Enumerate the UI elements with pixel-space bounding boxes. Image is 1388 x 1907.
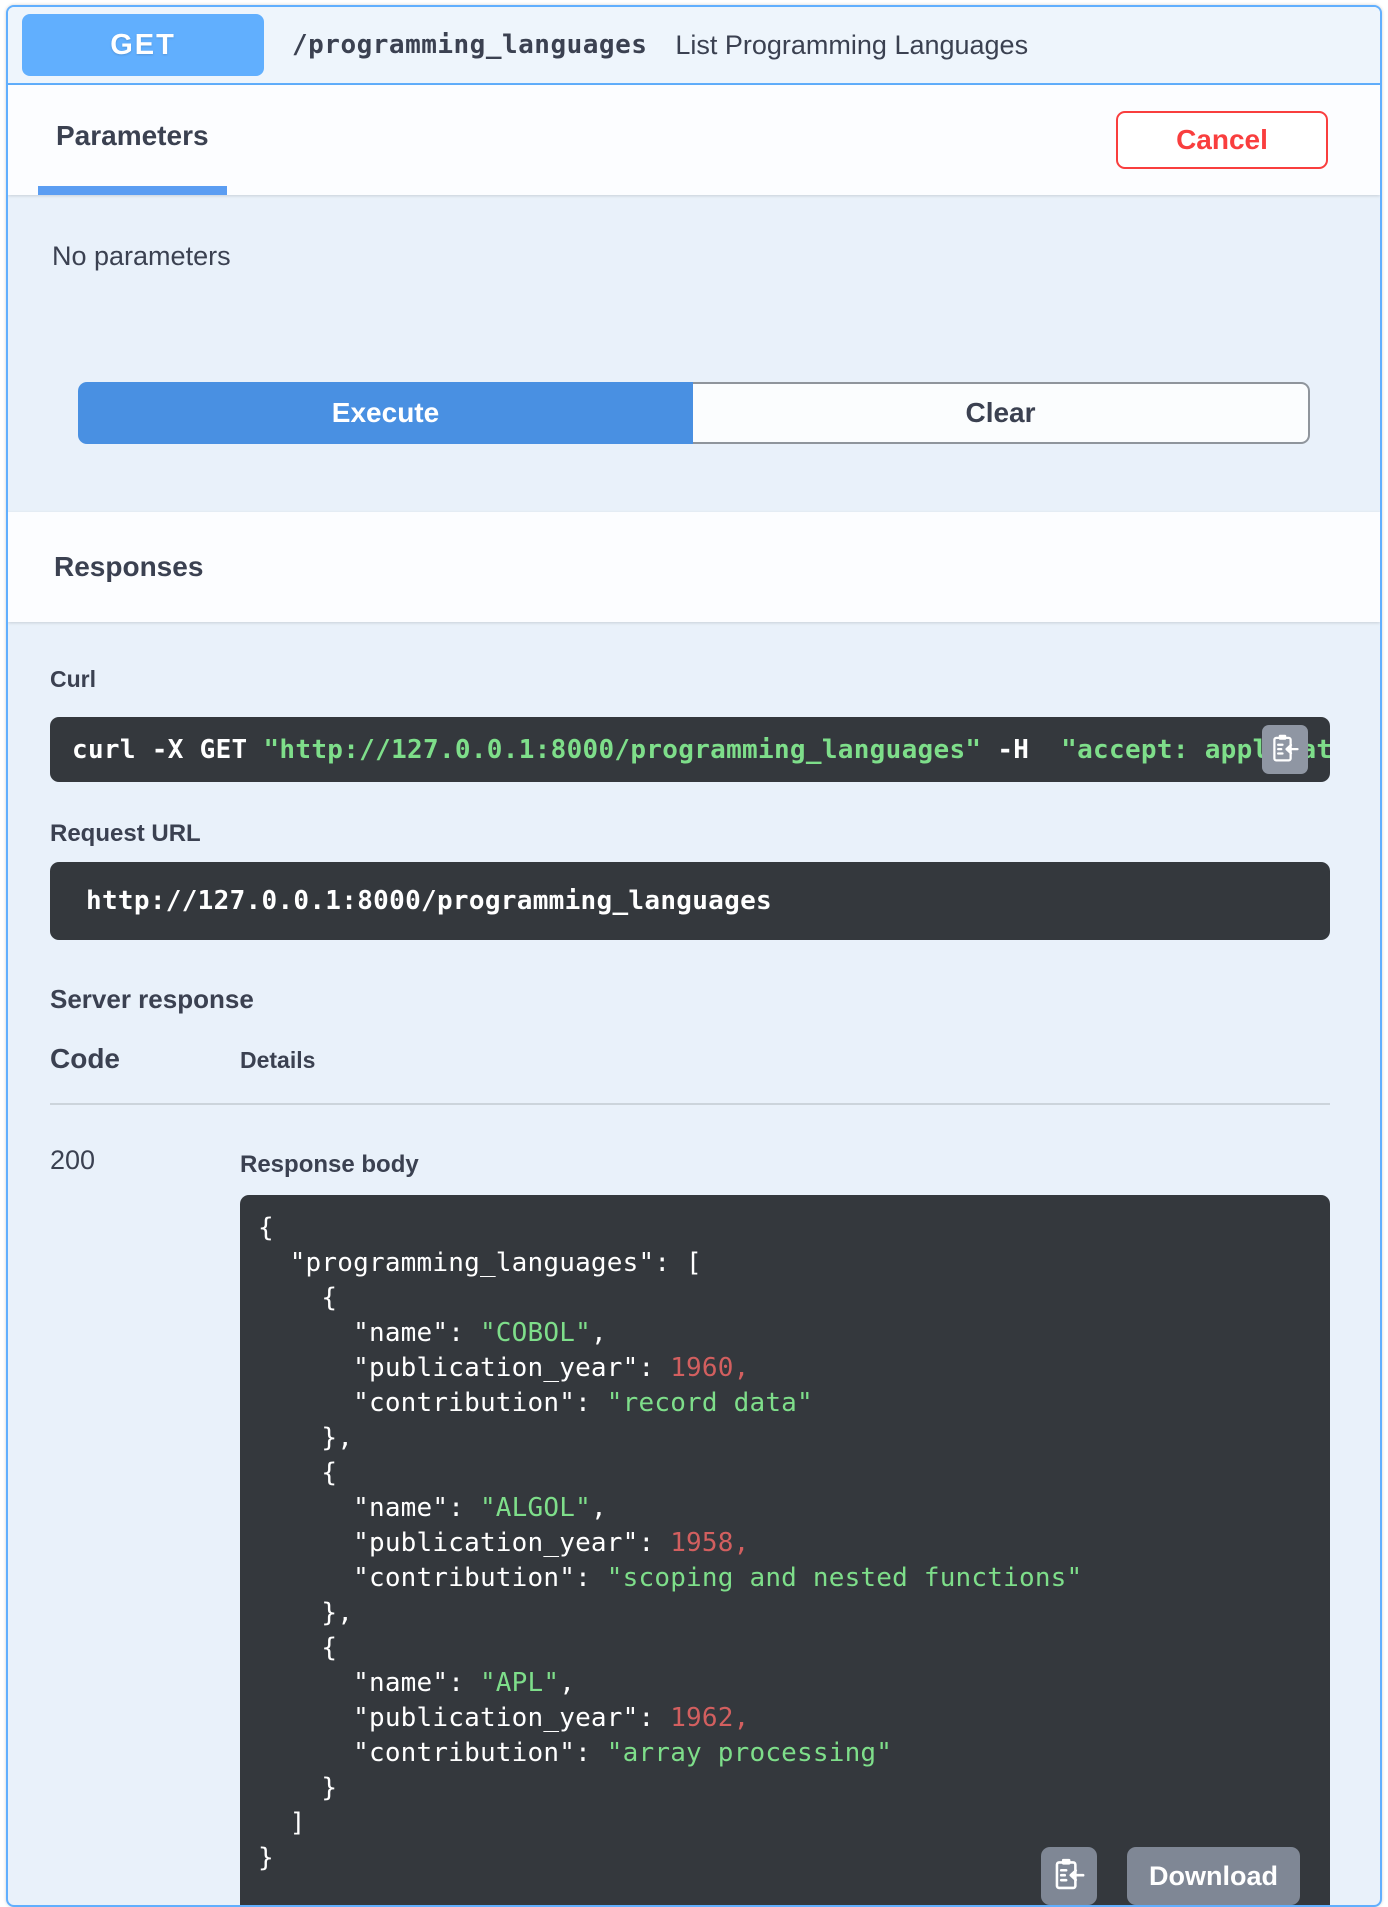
server-response-label: Server response <box>50 984 254 1014</box>
responses-inner: Curl curl -X GET "http://127.0.0.1:8000/… <box>8 622 1380 1905</box>
code-column-header: Code <box>50 1043 120 1074</box>
clipboard-copy-icon <box>1052 1856 1086 1896</box>
responses-section-header: Responses <box>8 512 1380 622</box>
response-body-json: { "programming_languages": [ { "name": "… <box>258 1213 1083 1873</box>
cancel-button[interactable]: Cancel <box>1116 111 1328 169</box>
request-url-value: http://127.0.0.1:8000/programming_langua… <box>86 886 772 916</box>
method-badge: GET <box>22 14 264 76</box>
execute-wrapper: Execute Clear <box>8 272 1380 512</box>
response-table-header: Code Details <box>50 1043 1330 1105</box>
response-details-cell: Response body { "programming_languages":… <box>240 1105 1330 1905</box>
response-body-actions: Download <box>1041 1847 1300 1905</box>
curl-command-text: curl -X GET "http://127.0.0.1:8000/progr… <box>72 734 1330 765</box>
copy-response-button[interactable] <box>1041 1847 1097 1905</box>
status-code: 200 <box>50 1145 96 1175</box>
opblock-summary[interactable]: GET /programming_languages List Programm… <box>8 7 1380 85</box>
response-body-label: Response body <box>240 1151 419 1178</box>
parameters-section-header: Parameters Cancel <box>8 85 1380 195</box>
endpoint-path: /programming_languages <box>292 30 648 60</box>
no-parameters-text: No parameters <box>52 241 231 271</box>
tab-parameters[interactable]: Parameters <box>38 85 227 195</box>
clipboard-copy-icon <box>1270 732 1300 768</box>
execute-button[interactable]: Execute <box>78 382 693 444</box>
parameters-title: Parameters <box>56 119 209 151</box>
copy-curl-button[interactable] <box>1262 725 1308 774</box>
opblock-get: GET /programming_languages List Programm… <box>6 5 1382 1907</box>
clear-button[interactable]: Clear <box>693 382 1310 444</box>
responses-title: Responses <box>54 551 204 582</box>
download-button[interactable]: Download <box>1127 1847 1300 1905</box>
curl-label: Curl <box>50 666 96 692</box>
response-body-block: { "programming_languages": [ { "name": "… <box>240 1195 1330 1905</box>
response-table-row: 200 Response body { "programming_languag… <box>50 1105 1330 1905</box>
details-column-header: Details <box>240 1047 316 1073</box>
request-url-label: Request URL <box>50 820 201 847</box>
endpoint-summary: List Programming Languages <box>675 29 1029 60</box>
curl-command-block[interactable]: curl -X GET "http://127.0.0.1:8000/progr… <box>50 717 1330 782</box>
request-url-block: http://127.0.0.1:8000/programming_langua… <box>50 862 1330 940</box>
